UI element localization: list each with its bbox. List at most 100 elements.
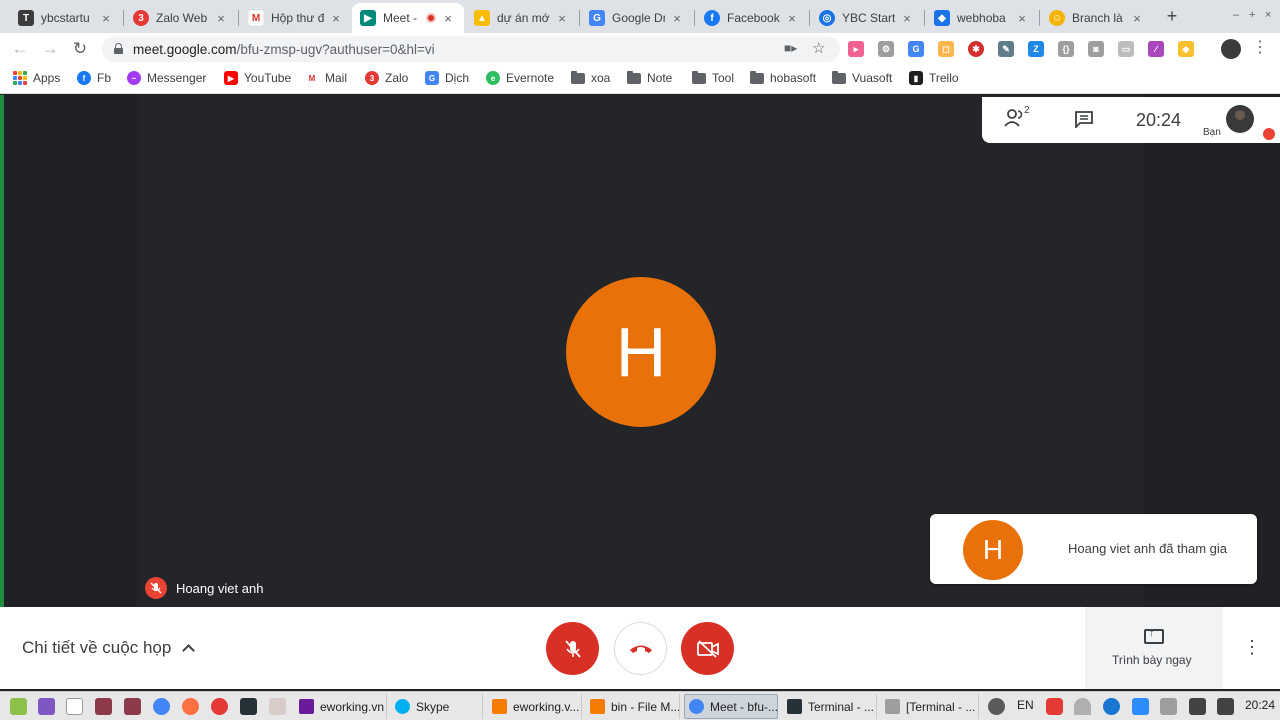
new-tab-button[interactable]: + bbox=[1160, 5, 1184, 29]
keyboard-layout-indicator[interactable]: EN bbox=[1017, 698, 1034, 712]
tab-ybc-start[interactable]: ◎ YBC Start × bbox=[811, 3, 923, 33]
bookmark-trello[interactable]: ▮ Trello bbox=[909, 71, 959, 85]
json-extension-icon[interactable]: {} bbox=[1058, 41, 1074, 57]
screenshot-extension-icon[interactable]: ◙ bbox=[1088, 41, 1104, 57]
clipboard-icon[interactable] bbox=[1189, 698, 1206, 715]
people-icon[interactable] bbox=[1004, 109, 1026, 132]
bookmark-apps[interactable]: Apps bbox=[13, 71, 60, 85]
present-now-button[interactable]: Trình bày ngay bbox=[1085, 607, 1223, 689]
tab-zalo-web[interactable]: 3 Zalo Web × bbox=[125, 3, 237, 33]
chat-icon[interactable] bbox=[1074, 110, 1094, 133]
participant-avatar: H bbox=[566, 277, 716, 427]
wifi-icon[interactable] bbox=[1074, 698, 1091, 715]
bookmark-star-icon[interactable]: ☆ bbox=[812, 39, 825, 57]
participant-name-chip: Hoang viet anh bbox=[145, 577, 263, 599]
forward-button[interactable]: → bbox=[38, 37, 62, 61]
close-icon[interactable]: × bbox=[328, 11, 344, 26]
close-icon[interactable]: × bbox=[1014, 11, 1030, 26]
bookmark-fb[interactable]: f Fb bbox=[77, 71, 111, 85]
chrome-icon[interactable] bbox=[153, 698, 170, 715]
profile-avatar[interactable] bbox=[1221, 39, 1241, 59]
more-options-icon[interactable]: ⋮ bbox=[1243, 637, 1261, 658]
close-icon[interactable]: × bbox=[669, 11, 685, 26]
extension-icon[interactable]: ▭ bbox=[1118, 41, 1134, 57]
taskbar-window-terminal-2[interactable]: [Terminal - ... bbox=[881, 694, 979, 719]
self-label: Bạn bbox=[1203, 127, 1221, 138]
bookmark-messenger[interactable]: ~ Messenger bbox=[127, 71, 206, 85]
close-icon[interactable]: × bbox=[98, 11, 114, 26]
camera-permission-icon[interactable]: ■▸ bbox=[784, 41, 797, 55]
taskbar-window-skype[interactable]: Skype bbox=[391, 694, 483, 719]
opera-icon[interactable] bbox=[211, 698, 228, 715]
bookmark-folder-tool[interactable]: Tool bbox=[692, 70, 734, 85]
close-icon[interactable]: × bbox=[784, 11, 800, 26]
app-launcher-icon[interactable] bbox=[95, 698, 112, 715]
browser-menu-icon[interactable]: ⋮ bbox=[1252, 37, 1268, 57]
volume-icon[interactable] bbox=[1217, 698, 1234, 715]
bookmark-folder-vuasoft[interactable]: Vuasoft bbox=[832, 70, 892, 85]
address-bar[interactable]: meet.google.com/bfu-zmsp-ugv?authuser=0&… bbox=[102, 36, 840, 62]
terminal-icon bbox=[885, 699, 900, 714]
close-window-button[interactable]: × bbox=[1265, 9, 1271, 21]
meeting-details-button[interactable]: Chi tiết về cuộc họp bbox=[22, 638, 196, 658]
info-icon[interactable] bbox=[66, 698, 83, 715]
firefox-icon[interactable] bbox=[182, 698, 199, 715]
close-icon[interactable]: × bbox=[440, 11, 456, 26]
tab-drive[interactable]: ▲ dự án mới × bbox=[466, 3, 578, 33]
tab-ybcstartup[interactable]: T ybcstartu × bbox=[10, 3, 122, 33]
security-tray-icon[interactable] bbox=[1046, 698, 1063, 715]
files-icon[interactable] bbox=[269, 698, 286, 715]
notifications-muted-icon[interactable] bbox=[1160, 698, 1177, 715]
extension-icon[interactable]: ▸ bbox=[848, 41, 864, 57]
tab-facebook[interactable]: f Facebook × bbox=[696, 3, 808, 33]
bookmark-evernote[interactable]: e Evernote bbox=[486, 71, 554, 85]
gmail-icon: M bbox=[305, 71, 319, 85]
close-icon[interactable]: × bbox=[1129, 11, 1145, 26]
maximize-button[interactable]: + bbox=[1249, 9, 1255, 21]
app-launcher-icon[interactable] bbox=[124, 698, 141, 715]
mic-toggle-button[interactable] bbox=[546, 622, 599, 675]
close-icon[interactable]: × bbox=[554, 11, 570, 26]
meet-info-panel: 2 20:24 Bạn bbox=[982, 97, 1280, 143]
taskbar-window-bin[interactable]: bin - File M... bbox=[586, 694, 680, 719]
reload-button[interactable]: ↻ bbox=[68, 37, 92, 61]
extension-icon[interactable]: ⚙ bbox=[878, 41, 894, 57]
extension-icon[interactable]: ◻ bbox=[938, 41, 954, 57]
leave-call-button[interactable] bbox=[614, 622, 667, 675]
tab-meet[interactable]: ▶ Meet - × bbox=[352, 3, 464, 33]
zip-extension-icon[interactable]: Z bbox=[1028, 41, 1044, 57]
bookmark-folder-xoa[interactable]: xoa bbox=[571, 70, 610, 85]
taskbar-window-eworking[interactable]: eworking.vn bbox=[295, 694, 387, 719]
close-icon[interactable]: × bbox=[213, 11, 229, 26]
close-icon[interactable]: × bbox=[899, 11, 915, 26]
taskbar-window-eworking-folder[interactable]: eworking.v... bbox=[488, 694, 582, 719]
minimize-button[interactable]: – bbox=[1233, 9, 1239, 21]
bookmark-dich[interactable]: G Dịch bbox=[425, 71, 469, 85]
tab-branch[interactable]: ☺ Branch là × bbox=[1041, 3, 1153, 33]
zoom-tray-icon[interactable] bbox=[1132, 698, 1149, 715]
bookmark-folder-hobasoft[interactable]: hobasoft bbox=[750, 70, 816, 85]
bookmark-folder-note[interactable]: Note bbox=[627, 70, 672, 85]
taskbar-window-meet[interactable]: Meet - bfu-... bbox=[684, 694, 778, 719]
extension-icon[interactable]: ✎ bbox=[998, 41, 1014, 57]
bookmark-youtube[interactable]: ▶ YouTube bbox=[224, 71, 291, 85]
start-menu-icon[interactable] bbox=[10, 698, 27, 715]
bookmark-mail[interactable]: M Mail bbox=[305, 71, 347, 85]
bookmark-zalo[interactable]: 3 Zalo bbox=[365, 71, 408, 85]
tab-gmail[interactable]: M Hộp thư đ × bbox=[240, 3, 352, 33]
tab-google-docs[interactable]: G Google Dr × bbox=[581, 3, 693, 33]
tab-webhobasoft[interactable]: ◆ webhoba × bbox=[926, 3, 1038, 33]
camera-toggle-button[interactable] bbox=[681, 622, 734, 675]
extension-icon[interactable]: ✱ bbox=[968, 41, 984, 57]
back-button[interactable]: ← bbox=[8, 37, 32, 61]
app-launcher-icon[interactable] bbox=[38, 698, 55, 715]
taskbar-window-terminal[interactable]: Terminal - ... bbox=[783, 694, 877, 719]
translate-extension-icon[interactable]: G bbox=[908, 41, 924, 57]
bluetooth-icon[interactable] bbox=[988, 698, 1005, 715]
pen-extension-icon[interactable]: ∕ bbox=[1148, 41, 1164, 57]
bookmarks-bar: Apps f Fb ~ Messenger ▶ YouTube M Mail 3 Zalo… bbox=[0, 65, 1280, 94]
terminal-icon[interactable] bbox=[240, 698, 257, 715]
skype-tray-icon[interactable] bbox=[1103, 698, 1120, 715]
url-text: meet.google.com/bfu-zmsp-ugv?authuser=0&… bbox=[133, 42, 435, 57]
extension-icon[interactable]: ◆ bbox=[1178, 41, 1194, 57]
